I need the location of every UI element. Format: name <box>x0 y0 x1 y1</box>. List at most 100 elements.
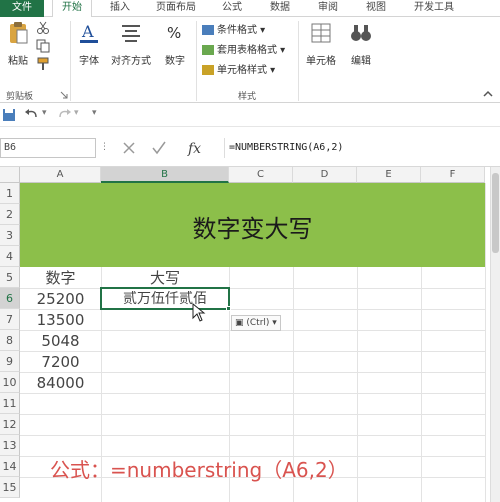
formula-bar: B6 ⋮ fx =NUMBERSTRING(A6,2) <box>0 127 500 167</box>
cancel-icon[interactable] <box>120 138 138 158</box>
row-header[interactable]: 15 <box>0 477 20 498</box>
mouse-cursor-icon <box>192 303 206 322</box>
conditional-format-button[interactable]: 条件格式 ▾ <box>202 23 265 39</box>
ribbon: 粘贴 剪贴板 A 字体 对齐方式 % 数字 条件格式 ▾ 套用表格格式 ▾ 单元… <box>0 17 500 103</box>
conditional-format-icon <box>202 25 214 35</box>
cell-a6[interactable]: 25200 <box>20 289 101 309</box>
binoculars-icon <box>351 25 371 41</box>
worksheet-grid: A B C D E F 1 2 3 4 5 6 7 8 9 10 11 12 1… <box>0 167 490 502</box>
header-number[interactable]: 数字 <box>20 268 101 288</box>
insert-function-icon[interactable]: fx <box>186 138 208 158</box>
cell-b6[interactable]: 贰万伍仟贰佰 <box>101 289 229 309</box>
table-format-button[interactable]: 套用表格格式 ▾ <box>202 43 285 59</box>
tab-review[interactable]: 审阅 <box>308 0 348 17</box>
row-header[interactable]: 10 <box>0 372 20 393</box>
row-header[interactable]: 1 <box>0 183 20 204</box>
cells-icon <box>311 23 331 43</box>
scrollbar-thumb[interactable] <box>492 173 499 253</box>
save-icon[interactable] <box>2 108 16 122</box>
row-header[interactable]: 9 <box>0 351 20 372</box>
paste-options-button[interactable]: ▣ (Ctrl) ▾ <box>231 315 281 331</box>
row-header[interactable]: 12 <box>0 414 20 435</box>
fill-handle[interactable] <box>226 306 231 311</box>
row-header[interactable]: 4 <box>0 246 20 267</box>
ribbon-separator <box>70 21 71 101</box>
sheet-title: 数字变大写 <box>192 215 313 243</box>
ribbon-separator <box>196 21 197 101</box>
font-button[interactable]: A 字体 <box>74 21 104 67</box>
align-icon <box>122 25 140 42</box>
cut-icon[interactable] <box>36 21 50 35</box>
column-header-f[interactable]: F <box>421 167 485 183</box>
alignment-label: 对齐方式 <box>111 56 151 67</box>
tab-formulas[interactable]: 公式 <box>212 0 252 17</box>
row-header[interactable]: 11 <box>0 393 20 414</box>
name-box[interactable]: B6 <box>0 138 96 158</box>
gridline <box>485 183 486 502</box>
copy-icon[interactable] <box>36 39 50 53</box>
formula-input[interactable]: =NUMBERSTRING(A6,2) <box>224 138 486 158</box>
vertical-scrollbar[interactable] <box>490 167 500 502</box>
row-header[interactable]: 2 <box>0 204 20 225</box>
font-icon: A <box>80 22 98 43</box>
cell-a9[interactable]: 7200 <box>20 352 101 372</box>
styles-group-label: 样式 <box>238 92 257 102</box>
tab-file[interactable]: 文件 <box>0 0 44 17</box>
tab-view[interactable]: 视图 <box>356 0 396 17</box>
paste-label: 粘贴 <box>8 56 28 67</box>
cell-style-button[interactable]: 单元格样式 ▾ <box>202 63 275 79</box>
column-header-d[interactable]: D <box>293 167 357 183</box>
select-all-corner[interactable] <box>0 167 20 183</box>
paste-button[interactable]: 粘贴 <box>3 21 33 67</box>
ribbon-tabs: 文件 开始 插入 页面布局 公式 数据 审阅 视图 开发工具 <box>0 0 500 18</box>
row-header[interactable]: 8 <box>0 330 20 351</box>
paste-icon <box>10 22 28 44</box>
cell-style-label: 单元格样式 <box>217 65 267 76</box>
clipboard-group-label: 剪贴板 <box>6 92 34 102</box>
enter-check-icon[interactable] <box>150 138 168 158</box>
percent-icon: % <box>167 24 181 42</box>
editing-label: 编辑 <box>351 56 371 67</box>
formula-annotation: 公式：=numberstring（A6,2） <box>50 458 348 482</box>
cells-button[interactable]: 单元格 <box>302 21 340 67</box>
row-header[interactable]: 6 <box>0 288 20 309</box>
editing-button[interactable]: 编辑 <box>346 21 376 67</box>
format-painter-icon[interactable] <box>36 57 50 71</box>
tab-insert[interactable]: 插入 <box>100 0 140 17</box>
dialog-launcher-icon[interactable] <box>60 91 68 99</box>
tab-developer[interactable]: 开发工具 <box>406 0 462 17</box>
row-header[interactable]: 7 <box>0 309 20 330</box>
cell-a8[interactable]: 5048 <box>20 331 101 351</box>
column-header-e[interactable]: E <box>357 167 421 183</box>
cell-a7[interactable]: 13500 <box>20 310 101 330</box>
alignment-button[interactable]: 对齐方式 <box>108 21 154 67</box>
quick-access-toolbar: ▾ ▾ ▾ <box>0 103 500 127</box>
clipboard-icon: ▣ <box>235 318 244 328</box>
redo-icon[interactable] <box>56 108 72 122</box>
row-header[interactable]: 3 <box>0 225 20 246</box>
row-header[interactable]: 5 <box>0 267 20 288</box>
svg-text:A: A <box>81 22 94 41</box>
column-header-a[interactable]: A <box>20 167 101 183</box>
paste-options-label: (Ctrl) <box>246 318 270 328</box>
undo-dropdown-icon[interactable]: ▾ <box>42 108 47 118</box>
collapse-ribbon-icon[interactable] <box>482 89 494 99</box>
number-label: 数字 <box>165 56 185 67</box>
redo-dropdown-icon[interactable]: ▾ <box>74 108 79 118</box>
tab-page-layout[interactable]: 页面布局 <box>148 0 204 17</box>
customize-qat-icon[interactable]: ▾ <box>92 108 97 118</box>
column-header-b[interactable]: B <box>101 167 229 183</box>
cell-a10[interactable]: 84000 <box>20 373 101 393</box>
row-header[interactable]: 13 <box>0 435 20 456</box>
svg-text:fx: fx <box>187 141 201 157</box>
undo-icon[interactable] <box>24 108 40 122</box>
header-uppercase[interactable]: 大写 <box>101 268 229 288</box>
row-header[interactable]: 14 <box>0 456 20 477</box>
tab-data[interactable]: 数据 <box>260 0 300 17</box>
name-box-dropdown-icon[interactable]: ⋮ <box>100 142 109 152</box>
gridline <box>20 414 485 415</box>
tab-home[interactable]: 开始 <box>52 0 92 18</box>
svg-text:%: % <box>167 24 181 42</box>
column-header-c[interactable]: C <box>229 167 293 183</box>
number-button[interactable]: % 数字 <box>160 21 190 67</box>
